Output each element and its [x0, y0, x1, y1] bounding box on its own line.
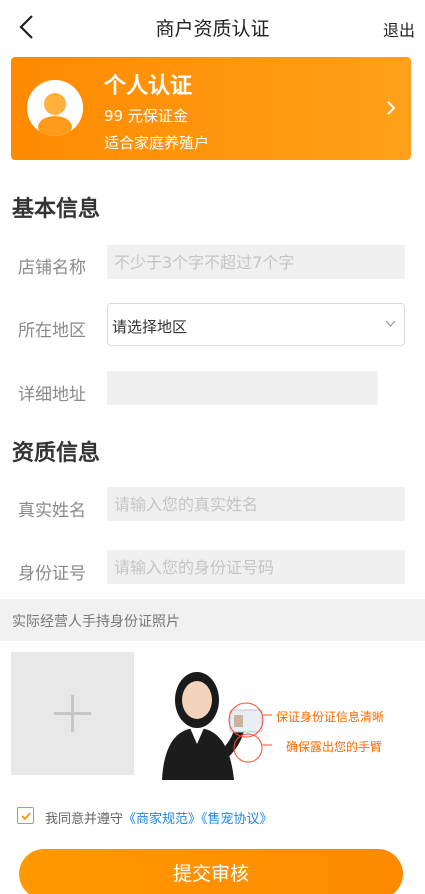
- checkmark-icon: [21, 812, 31, 821]
- basic-info-title: 基本信息: [12, 197, 101, 222]
- chevron-right-icon: [387, 101, 396, 115]
- upload-photo-button[interactable]: [11, 652, 134, 775]
- banner-title: 个人认证: [104, 74, 193, 99]
- real-name-input[interactable]: [107, 487, 405, 521]
- address-label: 详细地址: [18, 385, 86, 405]
- banner-deposit: 99 元保证金: [104, 107, 188, 125]
- agreement-checkbox[interactable]: [17, 807, 34, 824]
- store-name-label: 店铺名称: [18, 258, 86, 278]
- agreement-text: 我同意并遵守《商家规范》《售宠协议》: [45, 808, 273, 827]
- photo-section-heading: 实际经营人手持身份证照片: [12, 614, 180, 630]
- nav-bar: 商户资质认证 退出: [0, 0, 425, 54]
- logout-button[interactable]: 退出: [383, 17, 415, 41]
- photo-tip-clear: 保证身份证信息清晰: [276, 710, 385, 724]
- photo-tip-arm: 确保露出您的手臂: [286, 740, 383, 754]
- personal-certification-card[interactable]: 个人认证 99 元保证金 适合家庭养殖户: [11, 57, 411, 160]
- photo-section-header: 实际经营人手持身份证照片: [0, 599, 425, 641]
- store-name-input[interactable]: [107, 245, 405, 279]
- avatar-icon: [27, 80, 83, 136]
- example-photo: 保证身份证信息清晰 确保露出您的手臂: [150, 662, 410, 780]
- id-number-label: 身份证号: [18, 564, 86, 584]
- submit-button[interactable]: 提交审核: [19, 849, 403, 894]
- region-label: 所在地区: [18, 321, 86, 341]
- region-select-value: 请选择地区: [112, 318, 188, 336]
- qualification-title: 资质信息: [12, 441, 101, 466]
- merchant-rules-link[interactable]: 《商家规范》: [123, 812, 201, 827]
- page-title: 商户资质认证: [155, 18, 270, 40]
- address-input[interactable]: [107, 371, 378, 405]
- id-number-input[interactable]: [107, 550, 405, 584]
- pet-sale-agreement-link[interactable]: 《售宠协议》: [201, 812, 273, 827]
- region-select[interactable]: 请选择地区: [107, 303, 405, 346]
- agreement-prefix: 我同意并遵守: [45, 812, 124, 827]
- chevron-down-icon: [385, 320, 396, 327]
- real-name-label: 真实姓名: [18, 501, 86, 521]
- banner-description: 适合家庭养殖户: [104, 134, 210, 152]
